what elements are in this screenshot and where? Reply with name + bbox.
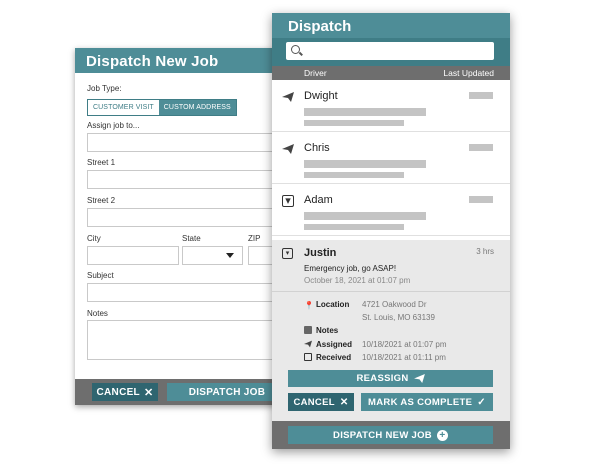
- detail-placeholder: [304, 212, 426, 220]
- panel-footer: DISPATCH NEW JOB +: [272, 421, 510, 449]
- send-icon: [282, 144, 294, 154]
- detail-placeholder: [304, 108, 426, 116]
- updated-placeholder: [469, 144, 493, 151]
- dispatch-new-job-button[interactable]: DISPATCH NEW JOB +: [288, 426, 493, 444]
- driver-name: Dwight: [304, 90, 338, 102]
- cancel-label: CANCEL: [96, 386, 140, 398]
- search-icon: [291, 45, 300, 54]
- location-line1: 4721 Oakwood Dr: [362, 300, 427, 309]
- notes-label: Notes: [316, 326, 339, 335]
- driver-name: Adam: [304, 194, 333, 206]
- notes-label: Notes: [87, 309, 108, 318]
- driver-row[interactable]: Dwight: [272, 80, 510, 132]
- search-input[interactable]: [286, 42, 494, 60]
- subject-input[interactable]: [87, 283, 290, 302]
- driver-name: Chris: [304, 142, 330, 154]
- inbox-icon: [304, 353, 312, 361]
- notes-icon: [304, 326, 312, 334]
- driver-row[interactable]: Chris: [272, 132, 510, 184]
- received-label: Received: [316, 353, 352, 362]
- driver-row[interactable]: ▾ Adam: [272, 184, 510, 236]
- checkmark-icon: ✓: [477, 396, 486, 408]
- dispatch-job-label: DISPATCH JOB: [188, 386, 266, 398]
- detail-placeholder: [304, 160, 426, 168]
- send-icon: [304, 340, 312, 348]
- cancel-label: CANCEL: [293, 396, 335, 408]
- location-pin-icon: 📍: [304, 301, 314, 310]
- updated-placeholder: [469, 92, 493, 99]
- notes-textarea[interactable]: [87, 320, 290, 360]
- location-label: Location: [316, 300, 350, 309]
- panel-title: Dispatch New Job: [75, 48, 290, 73]
- column-header: Driver Last Updated: [272, 66, 510, 80]
- cancel-job-button[interactable]: CANCEL ✕: [288, 393, 354, 411]
- form-footer: CANCEL ✕ DISPATCH JOB: [75, 379, 290, 405]
- complete-label: MARK AS COMPLETE: [368, 396, 473, 408]
- inbox-icon: ▾: [282, 248, 293, 259]
- state-select[interactable]: [182, 246, 243, 265]
- street1-label: Street 1: [87, 158, 116, 167]
- job-message: Emergency job, go ASAP!: [304, 264, 397, 273]
- received-value: 10/18/2021 at 01:11 pm: [362, 353, 446, 362]
- panel-title: Dispatch: [272, 13, 510, 38]
- customer-visit-option[interactable]: CUSTOMER VISIT: [88, 100, 159, 115]
- updated-placeholder: [469, 196, 493, 203]
- location-line2: St. Louis, MO 63139: [362, 313, 435, 322]
- divider: [272, 291, 510, 292]
- detail-placeholder: [304, 120, 404, 126]
- selected-driver-name: Justin: [304, 247, 337, 259]
- dispatch-job-button[interactable]: DISPATCH JOB: [167, 383, 287, 401]
- assigned-value: 10/18/2021 at 01:07 pm: [362, 340, 447, 349]
- dispatch-panel: Dispatch Driver Last Updated Dwight Chri…: [272, 13, 510, 449]
- cancel-button[interactable]: CANCEL ✕: [92, 383, 158, 401]
- street2-input[interactable]: [87, 208, 290, 227]
- dispatch-new-job-panel: Dispatch New Job Job Type: CUSTOMER VISI…: [75, 48, 290, 405]
- chevron-down-icon: [226, 253, 234, 258]
- job-date: October 18, 2021 at 01:07 pm: [304, 276, 411, 285]
- close-icon: ✕: [143, 386, 154, 399]
- send-icon: [282, 92, 294, 102]
- city-label: City: [87, 234, 101, 243]
- job-age: 3 hrs: [476, 247, 494, 256]
- selected-job-card: ▾ Justin 3 hrs Emergency job, go ASAP! O…: [272, 240, 510, 421]
- search-bar: [272, 38, 510, 66]
- state-label: State: [182, 234, 201, 243]
- plus-circle-icon: +: [436, 429, 448, 441]
- column-driver: Driver: [304, 68, 327, 78]
- mark-complete-button[interactable]: MARK AS COMPLETE ✓: [361, 393, 493, 411]
- reassign-label: REASSIGN: [356, 373, 409, 384]
- dispatch-new-job-label: DISPATCH NEW JOB: [333, 429, 432, 441]
- assign-input[interactable]: [87, 133, 290, 152]
- city-input[interactable]: [87, 246, 179, 265]
- close-icon: ✕: [339, 396, 349, 408]
- detail-placeholder: [304, 224, 404, 230]
- detail-placeholder: [304, 172, 404, 178]
- custom-address-option[interactable]: CUSTOM ADDRESS: [158, 100, 236, 115]
- assigned-label: Assigned: [316, 340, 353, 349]
- send-icon: [413, 374, 425, 383]
- assign-label: Assign job to...: [87, 121, 140, 130]
- assigned-row: Assigned: [304, 340, 352, 349]
- zip-label: ZIP: [248, 234, 261, 243]
- inbox-icon: ▾: [282, 195, 294, 207]
- location-row: 📍 Location: [304, 300, 350, 310]
- subject-label: Subject: [87, 271, 114, 280]
- received-row: Received: [304, 353, 351, 362]
- street1-input[interactable]: [87, 170, 290, 189]
- street2-label: Street 2: [87, 196, 116, 205]
- job-type-toggle: CUSTOMER VISIT CUSTOM ADDRESS: [87, 99, 237, 116]
- job-type-label: Job Type:: [87, 84, 122, 93]
- column-last-updated: Last Updated: [443, 68, 494, 78]
- notes-row: Notes: [304, 326, 338, 335]
- reassign-button[interactable]: REASSIGN: [288, 370, 493, 387]
